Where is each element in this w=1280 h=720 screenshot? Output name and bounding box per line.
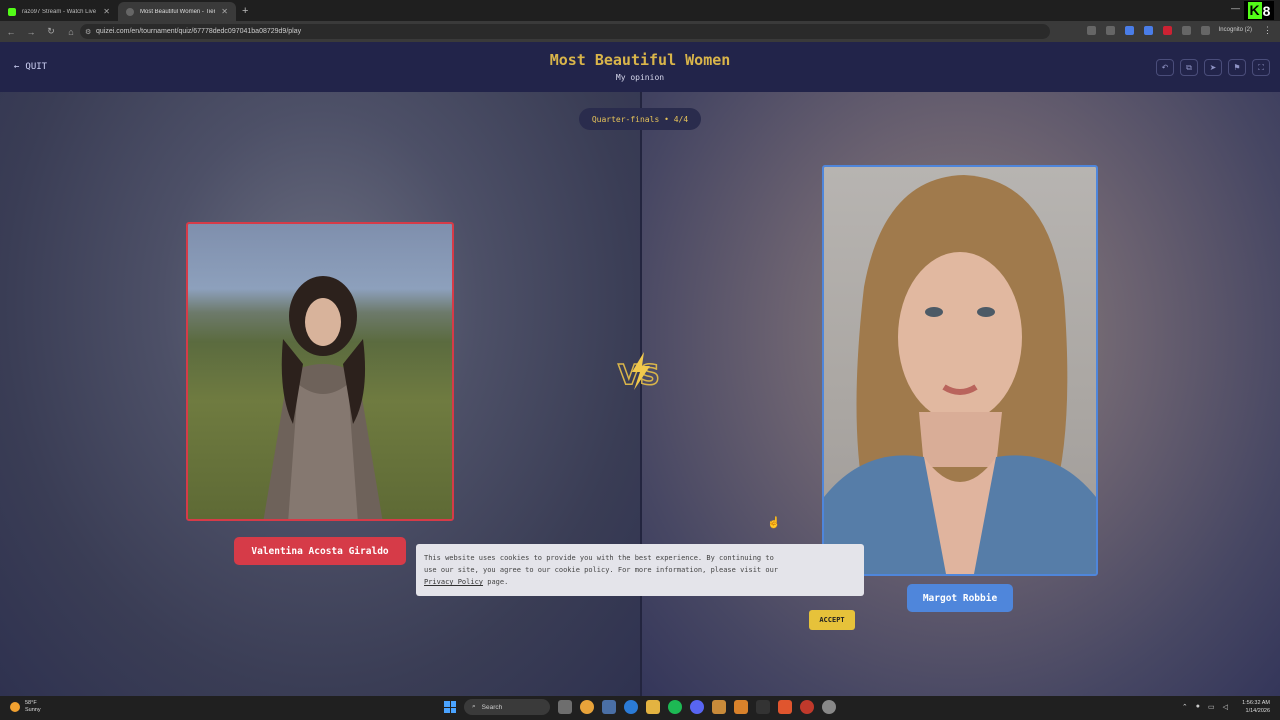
eye-off-icon[interactable] (1087, 26, 1096, 35)
cookie-banner: This website uses cookies to provide you… (416, 544, 864, 596)
quiz-page: ← QUIT Most Beautiful Women My opinion ↶… (0, 42, 1280, 696)
back-icon[interactable]: ← (6, 27, 16, 37)
taskbar-apps: ⌕ Search (444, 699, 836, 715)
round-badge: Quarter-finals • 4/4 (579, 108, 701, 130)
new-tab-button[interactable]: + (242, 5, 248, 17)
weather-condition: Sunny (25, 707, 41, 713)
widgets-icon[interactable] (558, 700, 572, 714)
page-subtitle: My opinion (615, 73, 665, 82)
fullscreen-icon[interactable]: ⛶ (1252, 59, 1270, 76)
contestant-card-left[interactable] (186, 222, 454, 521)
quiz-favicon-icon (126, 7, 134, 16)
brave-icon[interactable] (778, 700, 792, 714)
search-placeholder: Search (481, 703, 503, 711)
temperature: 58°F (25, 700, 37, 706)
extension-icon[interactable] (1125, 26, 1134, 35)
folder-icon[interactable] (646, 700, 660, 714)
incognito-label[interactable]: Incognito (2) (1219, 27, 1252, 33)
privacy-policy-link[interactable]: Privacy Policy (424, 578, 483, 586)
sun-icon (10, 702, 20, 712)
flag-icon[interactable]: ⚑ (1228, 59, 1246, 76)
match-arena: Quarter-finals • 4/4 Valentina Acosta Gi… (0, 92, 1280, 696)
tab-kick-stream[interactable]: razo97 Stream - Watch Live on ✕ (0, 2, 118, 21)
star-icon[interactable] (1106, 26, 1115, 35)
app-icon[interactable] (712, 700, 726, 714)
cookie-text: This website uses cookies to provide you… (424, 554, 779, 586)
vs-lightning-icon: VS (617, 352, 661, 392)
send-icon[interactable]: ➤ (1204, 59, 1222, 76)
weather-widget[interactable]: 58°F Sunny (10, 700, 41, 714)
system-clock[interactable]: 1:56:32 AM 1/14/2026 (1242, 699, 1270, 715)
spotify-icon[interactable] (668, 700, 682, 714)
menu-icon[interactable]: ⋮ (1263, 25, 1272, 36)
url-text: quizei.com/en/tournament/quiz/67778dedc0… (96, 28, 302, 35)
app-icon[interactable] (822, 700, 836, 714)
minimize-icon[interactable]: — (1231, 3, 1240, 13)
terminal-icon[interactable] (756, 700, 770, 714)
quiz-header: ← QUIT Most Beautiful Women My opinion ↶… (0, 42, 1280, 92)
puzzle-icon[interactable] (1182, 26, 1191, 35)
undo-icon[interactable]: ↶ (1156, 59, 1174, 76)
center-divider (640, 92, 642, 696)
tab-quiz[interactable]: Most Beautiful Women - Tier Li ✕ (118, 2, 236, 21)
chevron-up-icon[interactable]: ⌃ (1182, 703, 1188, 711)
header-actions: ↶ ⧉ ➤ ⚑ ⛶ (1156, 59, 1270, 76)
windows-start-icon[interactable] (444, 701, 456, 713)
kick-logo: K 8 (1244, 1, 1274, 20)
microphone-icon[interactable]: ● (1196, 703, 1200, 711)
file-explorer-icon[interactable] (602, 700, 616, 714)
page-title: Most Beautiful Women (549, 51, 731, 69)
kick-favicon-icon (8, 7, 16, 16)
contestant-card-right[interactable] (822, 165, 1098, 576)
browser-tab-bar: razo97 Stream - Watch Live on ✕ Most Bea… (0, 0, 1280, 21)
contestant-name-button-left[interactable]: Valentina Acosta Giraldo (234, 537, 406, 565)
tab-title: Most Beautiful Women - Tier Li (140, 8, 216, 15)
windows-taskbar: 58°F Sunny ⌕ Search ⌃ ● ▭ ◁ 1:56:32 AM 1… (0, 696, 1280, 720)
tab-close-icon[interactable]: ✕ (221, 7, 228, 16)
contestant-name-button-right[interactable]: Margot Robbie (907, 584, 1013, 612)
taskbar-search[interactable]: ⌕ Search (464, 699, 550, 715)
accept-cookies-button[interactable]: ACCEPT (809, 610, 855, 630)
edge-icon[interactable] (624, 700, 638, 714)
extension-icon[interactable] (1163, 26, 1172, 35)
contestant-silhouette (263, 276, 383, 519)
browser-toolbar: ← → ↻ ⌂ ⚙ quizei.com/en/tournament/quiz/… (0, 21, 1280, 42)
search-icon: ⌕ (472, 703, 476, 710)
tab-close-icon[interactable]: ✕ (103, 7, 110, 16)
chrome-icon[interactable] (580, 700, 594, 714)
app-icon[interactable] (800, 700, 814, 714)
extension-icon[interactable] (1144, 26, 1153, 35)
forward-icon[interactable]: → (26, 27, 36, 37)
share-icon[interactable]: ⧉ (1180, 59, 1198, 76)
sidebar-icon[interactable] (1201, 26, 1210, 35)
address-bar[interactable]: ⚙ quizei.com/en/tournament/quiz/67778ded… (80, 24, 1050, 39)
site-info-icon[interactable]: ⚙ (85, 28, 91, 36)
volume-icon[interactable]: ◁ (1223, 703, 1228, 711)
discord-icon[interactable] (690, 700, 704, 714)
app-icon[interactable] (734, 700, 748, 714)
network-icon[interactable]: ▭ (1208, 703, 1215, 711)
system-tray: ⌃ ● ▭ ◁ (1182, 703, 1228, 711)
tab-title: razo97 Stream - Watch Live on (22, 8, 98, 15)
extension-icons (1087, 26, 1210, 35)
contestant-silhouette (824, 175, 1096, 574)
home-icon[interactable]: ⌂ (66, 27, 76, 37)
mouse-cursor-icon: ☝ (767, 517, 781, 529)
reload-icon[interactable]: ↻ (46, 26, 56, 37)
